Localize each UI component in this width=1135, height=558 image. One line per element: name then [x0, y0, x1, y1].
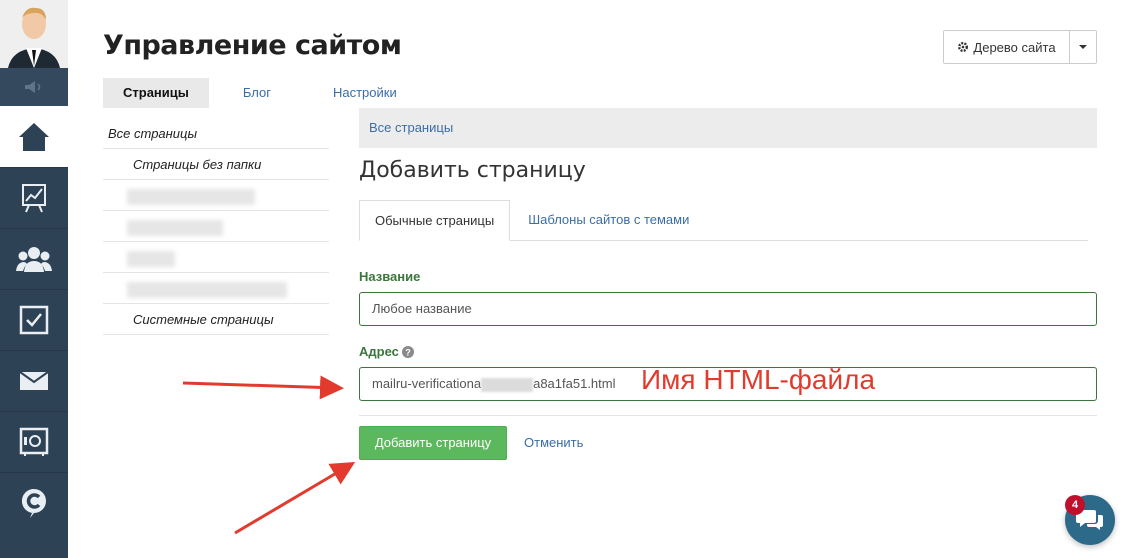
mail-icon: [19, 371, 49, 390]
pages-tree-system[interactable]: Системные страницы: [103, 304, 329, 335]
pages-tree-blurred-item[interactable]: [103, 211, 329, 242]
svg-text:?: ?: [405, 347, 411, 357]
main-tabs: Страницы Блог Настройки: [103, 78, 417, 108]
name-label: Название: [359, 269, 421, 284]
pages-tree-no-folder[interactable]: Страницы без папки: [103, 149, 329, 180]
address-value-start: mailru-verificationa: [372, 376, 482, 391]
site-tree-button[interactable]: Дерево сайта: [944, 31, 1070, 63]
site-tree-button-group: Дерево сайта: [943, 30, 1097, 64]
divider: [359, 415, 1097, 416]
sidebar-item-mail[interactable]: [0, 350, 68, 411]
pages-tree-blurred-item[interactable]: [103, 180, 329, 211]
pages-tree: Все страницы Страницы без папки Системны…: [103, 118, 329, 335]
page-title: Управление сайтом: [103, 30, 402, 61]
pages-tree-blurred-item[interactable]: [103, 242, 329, 273]
tab-site-templates[interactable]: Шаблоны сайтов с темами: [510, 200, 704, 240]
address-label-group: Адрес ?: [359, 344, 414, 359]
c-logo-icon: [22, 489, 46, 518]
speaker-icon: [25, 81, 41, 93]
tab-regular-pages[interactable]: Обычные страницы: [359, 200, 511, 241]
address-label: Адрес: [359, 344, 399, 359]
sidebar-item-home[interactable]: [0, 106, 68, 167]
annotation-label: Имя HTML-файла: [641, 364, 876, 395]
name-input-value: Любое название: [372, 301, 472, 316]
arrow-to-add-button: [234, 461, 356, 535]
home-icon: [19, 122, 49, 151]
address-value-end: a8a1fa51.html: [533, 376, 616, 391]
cancel-link[interactable]: Отменить: [524, 426, 583, 460]
help-icon[interactable]: ?: [401, 345, 414, 358]
avatar[interactable]: [0, 0, 68, 68]
breadcrumb: Все страницы: [359, 108, 1097, 148]
redacted-text: [127, 219, 223, 236]
pages-tree-all[interactable]: Все страницы: [103, 118, 329, 149]
page-type-tabs: Обычные страницы Шаблоны сайтов с темами: [359, 200, 1088, 241]
sidebar-item-safe[interactable]: [0, 411, 68, 472]
redacted-text: [127, 281, 287, 298]
sidebar-item-stats[interactable]: [0, 167, 68, 228]
tab-settings[interactable]: Настройки: [291, 78, 417, 108]
tab-pages[interactable]: Страницы: [103, 78, 209, 108]
add-page-button[interactable]: Добавить страницу: [359, 426, 507, 460]
chat-unread-badge: 4: [1065, 495, 1085, 515]
form-title: Добавить страницу: [359, 158, 586, 183]
redacted-text: [127, 188, 255, 205]
site-tree-label: Дерево сайта: [973, 39, 1056, 55]
site-tree-dropdown-toggle[interactable]: [1070, 31, 1096, 63]
tab-blog[interactable]: Блог: [209, 78, 291, 108]
safe-icon: [19, 427, 49, 456]
breadcrumb-link-all-pages[interactable]: Все страницы: [369, 120, 453, 135]
pages-tree-blurred-item[interactable]: [103, 273, 329, 304]
checkbox-icon: [19, 305, 49, 335]
caret-down-icon: [1079, 45, 1087, 49]
collapse-sidebar-button[interactable]: [0, 68, 68, 106]
gear-icon: [958, 42, 969, 52]
name-input[interactable]: Любое название: [359, 292, 1097, 326]
arrow-to-address: [182, 375, 344, 400]
sidebar-item-chat-app[interactable]: [0, 472, 68, 533]
users-icon: [16, 247, 52, 272]
redacted-text: [481, 377, 534, 392]
sidebar-item-users[interactable]: [0, 228, 68, 289]
sidebar: [0, 0, 68, 558]
redacted-text: [127, 250, 175, 267]
chart-board-icon: [22, 184, 46, 213]
sidebar-item-tasks[interactable]: [0, 289, 68, 350]
